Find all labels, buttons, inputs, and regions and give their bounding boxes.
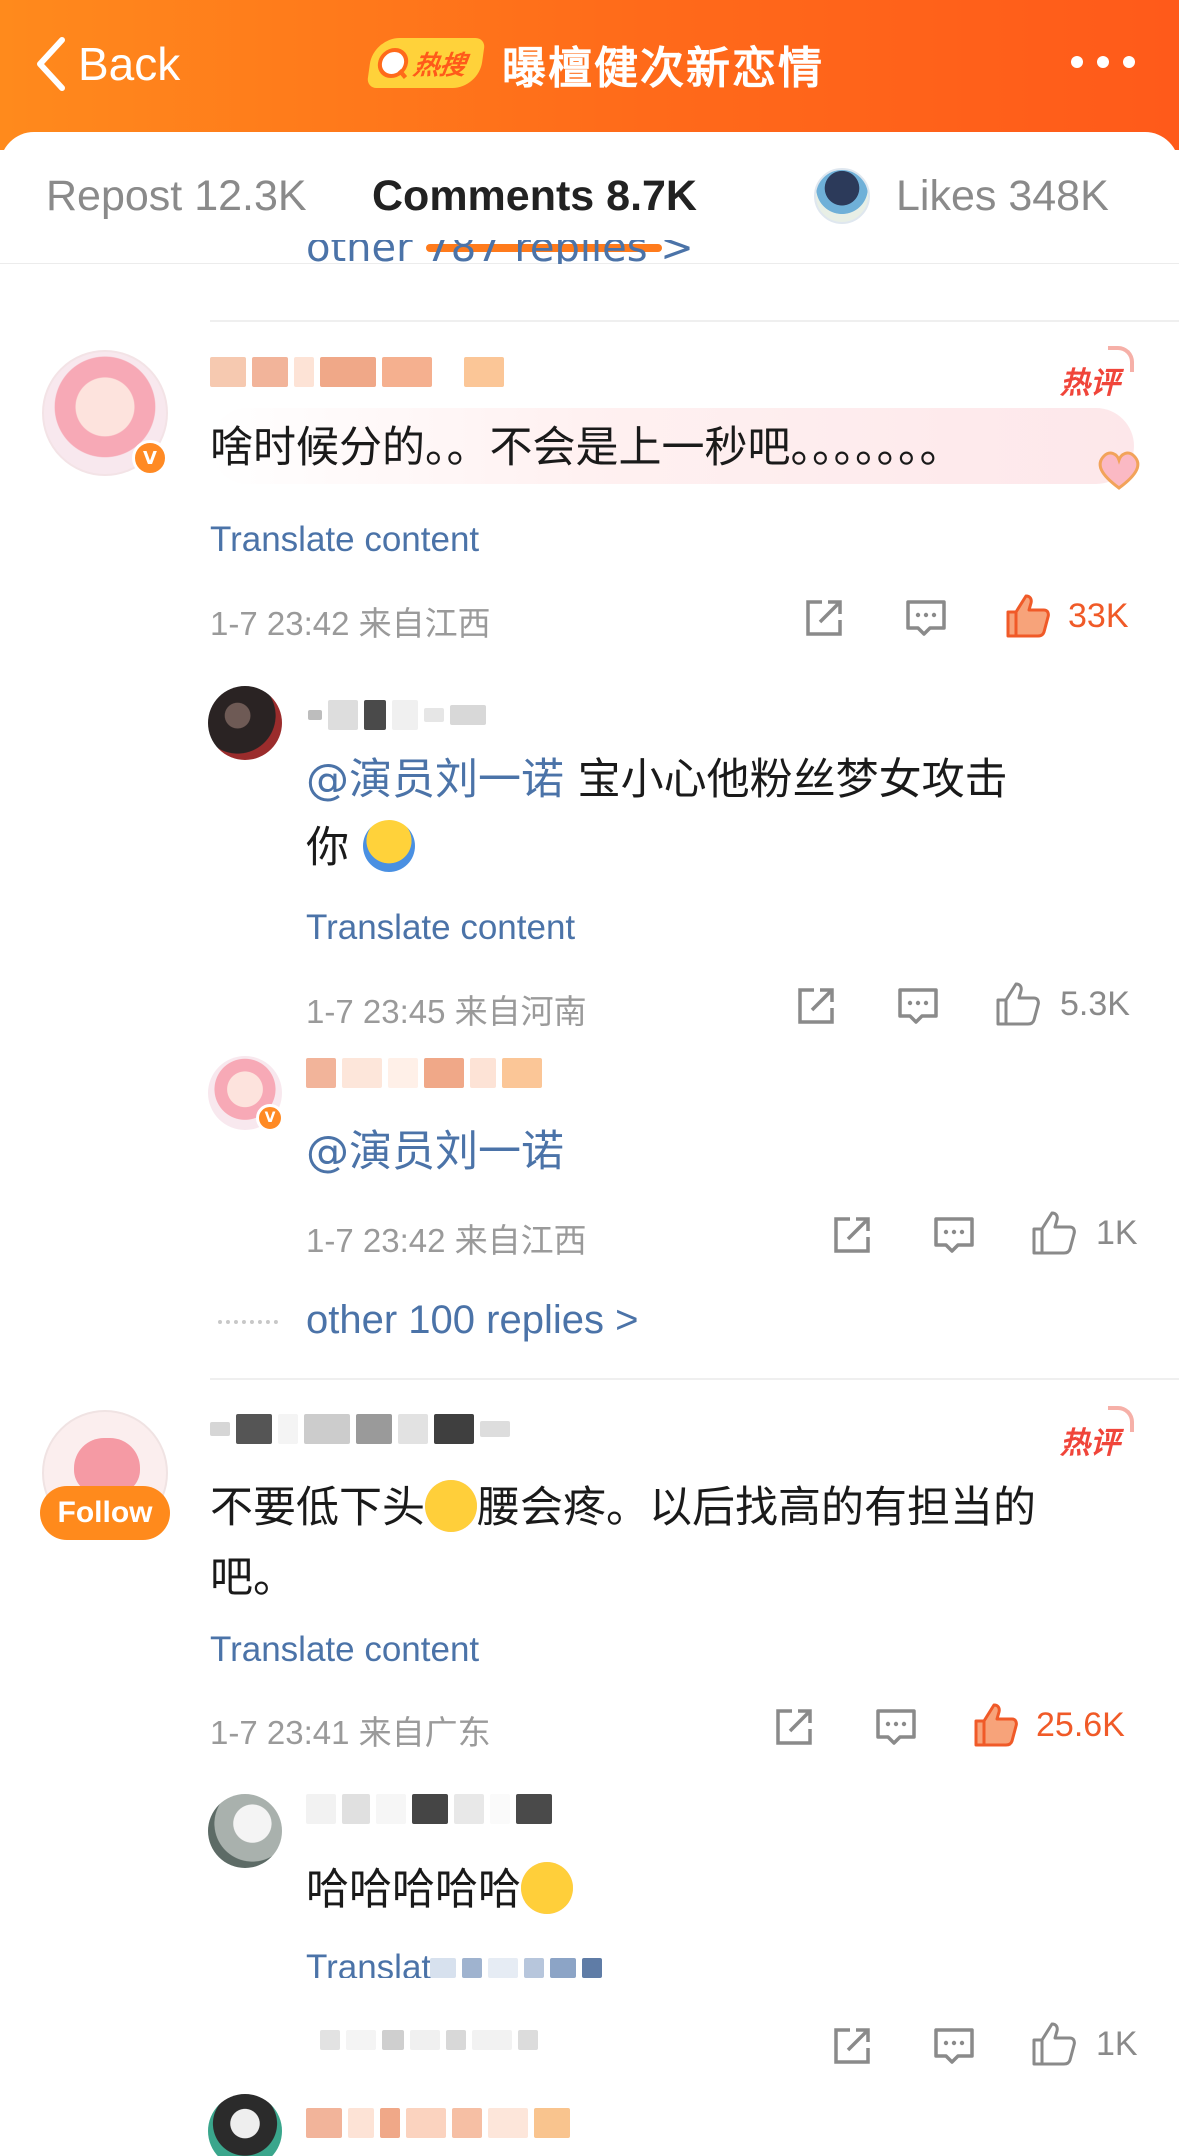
share-icon[interactable]: [772, 1705, 816, 1749]
hug-emoji-icon: [362, 820, 415, 872]
reply-text-fragment: 哈哈哈哈哈: [306, 1865, 521, 1915]
avatar[interactable]: [208, 686, 282, 760]
translate-link[interactable]: Translat: [306, 1948, 431, 1978]
back-button[interactable]: Back: [34, 34, 180, 94]
username-blurred[interactable]: [306, 1794, 552, 1824]
like-icon[interactable]: [994, 980, 1042, 1028]
heart-decoration-icon: [1092, 446, 1146, 492]
translate-link[interactable]: Translate content: [210, 520, 479, 560]
reply-text: @演员刘一诺: [306, 1118, 564, 1186]
username-blurred[interactable]: [306, 1058, 542, 1088]
comment-text: 不要低下头 腰会疼。以后找高的有担当的: [210, 1474, 1036, 1542]
reply-text-line: 你: [306, 814, 415, 882]
verified-icon: V: [256, 1104, 284, 1132]
comment-meta: 1-7 23:42 来自江西: [210, 605, 491, 642]
dot-icon: [1097, 56, 1109, 68]
username-blurred[interactable]: [210, 1414, 510, 1444]
username-blurred[interactable]: [306, 2108, 570, 2138]
mention-link[interactable]: @演员刘一诺: [306, 755, 564, 805]
comment-meta: 1-7 23:41 来自广东: [210, 1714, 491, 1751]
like-icon[interactable]: [1030, 1209, 1078, 1257]
more-options-button[interactable]: [1071, 56, 1135, 68]
share-icon[interactable]: [830, 2024, 874, 2068]
comment-icon[interactable]: [896, 984, 940, 1028]
like-count: 1K: [1096, 1214, 1138, 1252]
more-replies-link[interactable]: other 100 replies >: [306, 1298, 638, 1343]
mention-link[interactable]: @演员刘一诺: [306, 1127, 564, 1177]
reply-meta: 1-7 23:45 来自河南: [306, 993, 587, 1030]
share-icon[interactable]: [802, 596, 846, 640]
reply-meta: 1-7 23:42 来自江西: [306, 1222, 587, 1259]
divider: [210, 1378, 1179, 1380]
comment-icon[interactable]: [932, 1213, 976, 1257]
share-icon[interactable]: [830, 1213, 874, 1257]
hot-search-label: 热搜: [411, 50, 468, 81]
comment-icon[interactable]: [904, 596, 948, 640]
like-count: 1K: [1096, 2025, 1138, 2063]
reply-text: @演员刘一诺 宝小心他粉丝梦女攻击: [306, 746, 1008, 814]
comment-text-fragment: 不要低下头: [210, 1483, 425, 1533]
comment-text: 啥时候分的。。不会是上一秒吧。。。。。。。: [210, 423, 963, 473]
laughing-emoji-icon: [521, 1862, 573, 1914]
more-replies-link[interactable]: other 787 replies >: [306, 240, 694, 264]
top-bar: Back 热搜 曝檀健次新恋情: [0, 0, 1179, 150]
share-icon[interactable]: [794, 984, 838, 1028]
translate-link[interactable]: Translate content: [306, 908, 575, 948]
reply-text-line: 宝小心他粉丝梦女攻击: [564, 755, 1008, 805]
like-icon[interactable]: [1030, 2020, 1078, 2068]
like-count: 25.6K: [1036, 1706, 1125, 1744]
translate-link-partial[interactable]: Translat: [306, 1948, 431, 1978]
reply-text-fragment: 你: [306, 823, 349, 873]
tab-comments[interactable]: Comments 8.7K: [372, 172, 697, 221]
dot-icon: [1071, 56, 1083, 68]
blurred-meta: [320, 2030, 538, 2050]
like-count: 5.3K: [1060, 985, 1130, 1023]
avatar: [814, 168, 870, 224]
chevron-left-icon: [37, 37, 65, 91]
divider: [210, 320, 1179, 322]
verified-icon: V: [132, 440, 168, 476]
hot-comment-badge: 热评: [1060, 346, 1134, 402]
tab-likes[interactable]: Likes 348K: [896, 172, 1109, 221]
like-icon-active[interactable]: [972, 1701, 1020, 1749]
hot-search-badge[interactable]: 热搜: [366, 38, 486, 88]
blurred-content: [430, 1958, 602, 1978]
username-blurred[interactable]: [210, 357, 504, 387]
avatar[interactable]: [208, 2094, 282, 2156]
username-blurred[interactable]: [308, 700, 486, 730]
comment-text-fragment: 腰会疼。以后找高的有担当的: [477, 1483, 1036, 1533]
thread-dots: [218, 1320, 278, 1324]
dot-icon: [1123, 56, 1135, 68]
reply-text: 哈哈哈哈哈: [306, 1856, 573, 1924]
kiss-emoji-icon: [425, 1480, 477, 1532]
comment-icon[interactable]: [874, 1705, 918, 1749]
hot-comment-badge: 热评: [1060, 1406, 1134, 1462]
like-icon-active[interactable]: [1004, 592, 1052, 640]
avatar[interactable]: [208, 1794, 282, 1868]
like-count: 33K: [1068, 597, 1129, 635]
page-title: 曝檀健次新恋情: [502, 43, 824, 94]
tab-repost[interactable]: Repost 12.3K: [46, 172, 307, 221]
back-label: Back: [78, 38, 181, 90]
search-icon: [375, 48, 411, 78]
translate-link[interactable]: Translate content: [210, 1630, 479, 1670]
follow-button[interactable]: Follow: [40, 1486, 170, 1540]
comment-icon[interactable]: [932, 2024, 976, 2068]
comment-text-line: 吧。: [210, 1553, 296, 1603]
